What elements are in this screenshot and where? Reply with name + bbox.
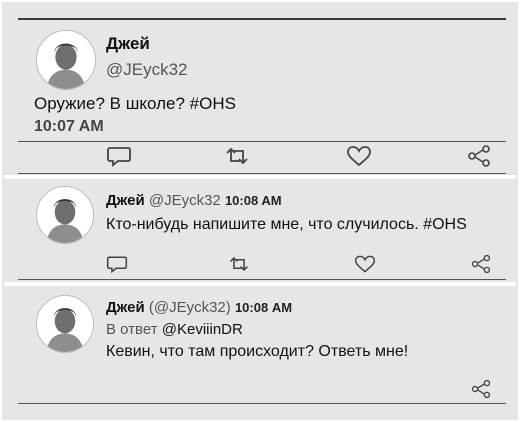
tweet-actions <box>18 254 506 276</box>
user-handle[interactable]: @JEyck32 <box>106 60 188 80</box>
user-handle[interactable]: (@JEyck32) <box>149 299 231 316</box>
tweet-card[interactable]: Джей (@JEyck32) 10:08 AM В ответ @Keviii… <box>18 287 506 407</box>
avatar-silhouette-icon <box>37 296 93 352</box>
avatar[interactable] <box>36 295 94 353</box>
divider <box>18 173 506 174</box>
share-icon[interactable] <box>470 254 492 274</box>
tweet-header: Джей (@JEyck32) 10:08 AM <box>106 299 292 316</box>
divider <box>18 18 506 20</box>
heart-icon[interactable] <box>354 254 376 274</box>
display-name[interactable]: Джей <box>106 192 145 209</box>
avatar-silhouette-icon <box>37 31 95 89</box>
tweet-header: Джей @JEyck32 10:08 AM <box>106 192 282 209</box>
tweet-text: Оружие? В школе? #OHS <box>34 94 236 113</box>
timeline: Джей @JEyck32 Оружие? В школе? #OHS 10:0… <box>2 2 518 420</box>
avatar[interactable] <box>36 30 96 90</box>
retweet-icon[interactable] <box>228 254 250 274</box>
tweet-timestamp[interactable]: 10:07 AM <box>34 118 104 136</box>
divider <box>18 141 506 142</box>
share-icon[interactable] <box>466 145 492 167</box>
tweet-card[interactable]: Джей @JEyck32 Оружие? В школе? #OHS 10:0… <box>18 26 506 176</box>
reply-icon[interactable] <box>106 254 128 274</box>
tweet-actions <box>18 145 506 173</box>
reply-prefix: В ответ <box>106 321 158 338</box>
reply-icon[interactable] <box>106 145 132 167</box>
divider <box>18 403 506 404</box>
display-name[interactable]: Джей <box>106 299 145 316</box>
tweet-text: Кто-нибудь напишите мне, что случилось. … <box>106 216 467 233</box>
divider <box>18 279 506 280</box>
share-icon[interactable] <box>470 379 492 399</box>
tweet-actions <box>18 379 506 401</box>
avatar[interactable] <box>36 186 94 244</box>
user-handle[interactable]: @JEyck32 <box>149 192 221 209</box>
reply-context: В ответ @KeviiinDR <box>106 321 243 338</box>
heart-icon[interactable] <box>346 145 372 167</box>
display-name[interactable]: Джей <box>106 34 150 54</box>
tweet-card[interactable]: Джей @JEyck32 10:08 AM Кто-нибудь напиши… <box>18 180 506 280</box>
separator <box>4 175 516 179</box>
separator <box>4 282 516 286</box>
tweet-timestamp[interactable]: 10:08 AM <box>225 193 282 208</box>
reply-to-handle[interactable]: @KeviiinDR <box>162 321 243 338</box>
retweet-icon[interactable] <box>224 145 250 167</box>
tweet-timestamp[interactable]: 10:08 AM <box>235 300 292 315</box>
tweet-text: Кевин, что там происходит? Ответь мне! <box>106 343 409 360</box>
avatar-silhouette-icon <box>37 187 93 243</box>
